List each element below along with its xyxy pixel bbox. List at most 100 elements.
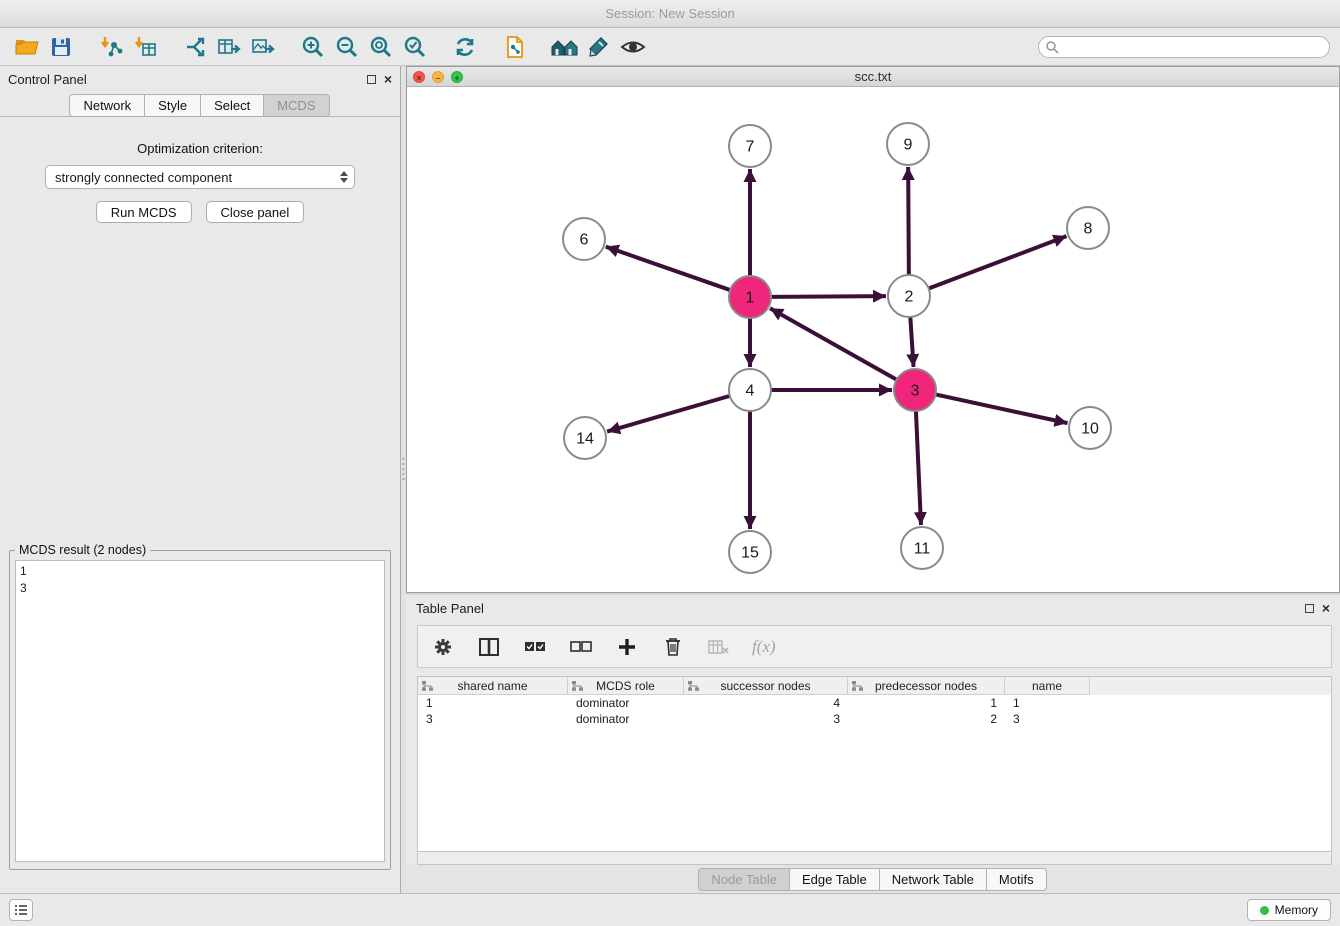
table-row[interactable]: 1dominator411 [418,695,1331,711]
graph-node-label: 1 [746,290,755,307]
column-header-mcds-role[interactable]: MCDS role [568,677,684,695]
graph-edge-1-6[interactable] [606,247,730,290]
tab-select[interactable]: Select [200,94,264,117]
graph-edge-3-11[interactable] [916,411,921,525]
table-cell[interactable]: 2 [848,711,1005,727]
apply-style-icon[interactable] [582,32,616,62]
zoom-selected-icon[interactable] [398,32,432,62]
table-cell[interactable]: 1 [418,695,568,711]
run-mcds-button[interactable]: Run MCDS [96,201,192,223]
export-table-icon[interactable] [212,32,246,62]
table-body: 1dominator4113dominator323 [418,695,1331,727]
graph-edge-1-2[interactable] [771,296,886,297]
create-column-plus-icon[interactable] [614,634,640,660]
table-panel-header: Table Panel × [406,595,1340,621]
graph-edge-3-1[interactable] [770,308,897,379]
mcds-tab-body: Optimization criterion: strongly connect… [0,116,400,891]
mcds-result-item[interactable]: 1 [20,563,380,580]
mcds-result-title: MCDS result (2 nodes) [15,543,150,557]
open-folder-icon[interactable] [10,32,44,62]
search-input[interactable] [1038,36,1330,58]
search-box [1038,36,1330,58]
first-neighbors-icon[interactable] [548,32,582,62]
search-icon [1045,40,1059,57]
table-cell[interactable]: dominator [568,711,684,727]
splitter-grip-icon [402,458,405,482]
optimization-criterion-dropdown[interactable]: strongly connected component [45,165,355,189]
select-all-columns-icon[interactable] [522,634,548,660]
show-hide-icon[interactable] [616,32,650,62]
function-builder-icon[interactable]: f(x) [752,637,776,657]
list-icon [14,904,28,916]
network-window-titlebar[interactable]: scc.txt × – + [407,67,1339,87]
unselect-all-columns-icon[interactable] [568,634,594,660]
mcds-result-list[interactable]: 13 [15,560,385,862]
table-cell[interactable]: 1 [1005,695,1090,711]
table-cell[interactable]: dominator [568,695,684,711]
tab-node-table[interactable]: Node Table [698,868,790,891]
graph-node-label: 11 [914,541,931,558]
close-panel-button[interactable]: Close panel [206,201,305,223]
delete-table-icon[interactable] [706,634,732,660]
graph-edge-3-10[interactable] [936,394,1068,423]
graph-edge-4-14[interactable] [607,396,730,432]
float-window-icon[interactable] [367,75,376,84]
window-title: Session: New Session [605,6,734,21]
table-cell[interactable]: 1 [848,695,1005,711]
graph-node-label: 15 [741,545,759,562]
delete-column-trash-icon[interactable] [660,634,686,660]
control-panel-title: Control Panel [8,72,87,87]
mcds-result-item[interactable]: 3 [20,580,380,597]
memory-button[interactable]: Memory [1247,899,1331,921]
table-row[interactable]: 3dominator323 [418,711,1331,727]
table-panel: Table Panel × [406,595,1340,893]
control-panel: Control Panel × Network Style Select MCD… [0,66,401,893]
table-settings-gear-icon[interactable] [430,634,456,660]
control-panel-tabs: Network Style Select MCDS [0,94,400,117]
tab-network-table[interactable]: Network Table [879,868,987,891]
table-toolbar: f(x) [417,625,1332,668]
import-database-icon[interactable] [498,32,532,62]
dropdown-value: strongly connected component [55,170,232,185]
column-header-successor-nodes[interactable]: successor nodes [684,677,848,695]
column-header-predecessor-nodes[interactable]: predecessor nodes [848,677,1005,695]
graph-edge-2-8[interactable] [929,236,1067,288]
close-table-panel-icon[interactable]: × [1322,603,1330,613]
node-table: shared name MCDS role successor nodes pr… [417,676,1332,865]
save-icon[interactable] [44,32,78,62]
mcds-result-groupbox: MCDS result (2 nodes) 13 [9,543,391,870]
zoom-in-icon[interactable] [296,32,330,62]
task-history-button[interactable] [9,899,33,921]
graph-edge-2-3[interactable] [910,317,913,367]
table-cell[interactable]: 4 [684,695,848,711]
close-panel-icon[interactable]: × [384,74,392,84]
table-horizontal-scrollbar[interactable] [417,851,1332,865]
graph-edge-2-9[interactable] [908,167,909,275]
tab-style[interactable]: Style [144,94,201,117]
tab-edge-table[interactable]: Edge Table [789,868,880,891]
control-panel-header: Control Panel × [0,66,400,92]
new-network-icon[interactable] [178,32,212,62]
table-cell[interactable]: 3 [684,711,848,727]
apply-layout-icon[interactable] [448,32,482,62]
window-titlebar: Session: New Session [0,0,1340,28]
float-table-panel-icon[interactable] [1305,604,1314,613]
graph-node-label: 7 [746,139,755,156]
graph-node-label: 6 [580,232,589,249]
column-type-icon [688,681,699,691]
tab-network[interactable]: Network [69,94,145,117]
import-network-icon[interactable] [94,32,128,62]
show-columns-icon[interactable] [476,634,502,660]
zoom-fit-icon[interactable] [364,32,398,62]
column-header-shared-name[interactable]: shared name [418,677,568,695]
import-table-icon[interactable] [128,32,162,62]
table-cell[interactable]: 3 [1005,711,1090,727]
zoom-out-icon[interactable] [330,32,364,62]
tab-motifs[interactable]: Motifs [986,868,1047,891]
column-header-name[interactable]: name [1005,677,1090,695]
dropdown-stepper-icon [340,171,348,183]
export-image-icon[interactable] [246,32,280,62]
table-cell[interactable]: 3 [418,711,568,727]
network-graph-canvas[interactable]: 7968124314101511 [407,87,1339,592]
tab-mcds[interactable]: MCDS [263,94,329,117]
